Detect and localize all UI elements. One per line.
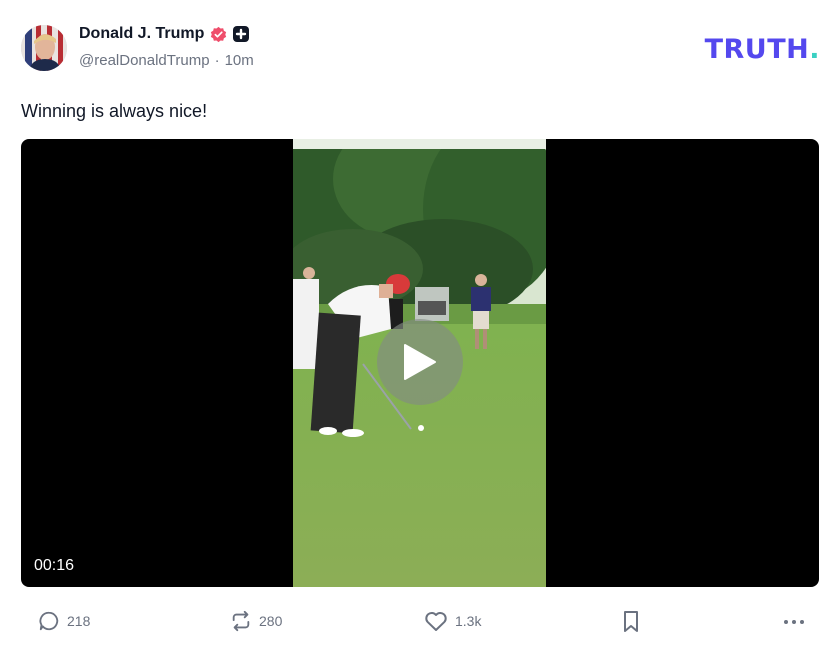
- logo-dot: .: [809, 34, 820, 65]
- timestamp[interactable]: 10m: [225, 52, 254, 69]
- retruth-button[interactable]: 280: [230, 610, 282, 632]
- bookmark-icon: [624, 611, 638, 632]
- play-button[interactable]: [377, 319, 463, 405]
- video-player[interactable]: 00:16: [21, 139, 819, 587]
- truth-logo[interactable]: TRUTH.: [705, 34, 820, 65]
- logo-text: TRUTH: [704, 34, 810, 65]
- truth-post: Donald J. Trump @realDonaldTrump · 10m T…: [0, 0, 840, 665]
- more-button[interactable]: [782, 610, 806, 634]
- avatar-image: [21, 25, 67, 71]
- verified-badge-icon: [210, 26, 227, 43]
- avatar[interactable]: [21, 25, 67, 71]
- reply-count: 218: [67, 613, 91, 629]
- action-bar: 218 280 1.3k: [38, 610, 820, 636]
- reply-button[interactable]: 218: [38, 610, 90, 632]
- bookmark-button[interactable]: [622, 610, 640, 634]
- retruth-count: 280: [259, 613, 283, 629]
- repost-icon: [232, 610, 250, 632]
- name-row: Donald J. Trump: [79, 25, 250, 43]
- display-name[interactable]: Donald J. Trump: [79, 25, 204, 43]
- meta-row: @realDonaldTrump · 10m: [79, 52, 254, 69]
- more-icon: [784, 620, 804, 624]
- like-button[interactable]: 1.3k: [424, 610, 481, 632]
- video-duration: 00:16: [34, 557, 75, 574]
- post-header: Donald J. Trump @realDonaldTrump · 10m T…: [21, 24, 820, 72]
- handle[interactable]: @realDonaldTrump: [79, 52, 210, 69]
- post-text: Winning is always nice!: [21, 101, 208, 121]
- heart-icon: [425, 612, 447, 631]
- like-count: 1.3k: [455, 613, 482, 629]
- play-icon: [404, 344, 436, 380]
- comment-icon: [39, 611, 59, 631]
- plus-icon: [233, 26, 250, 42]
- separator: ·: [214, 52, 220, 69]
